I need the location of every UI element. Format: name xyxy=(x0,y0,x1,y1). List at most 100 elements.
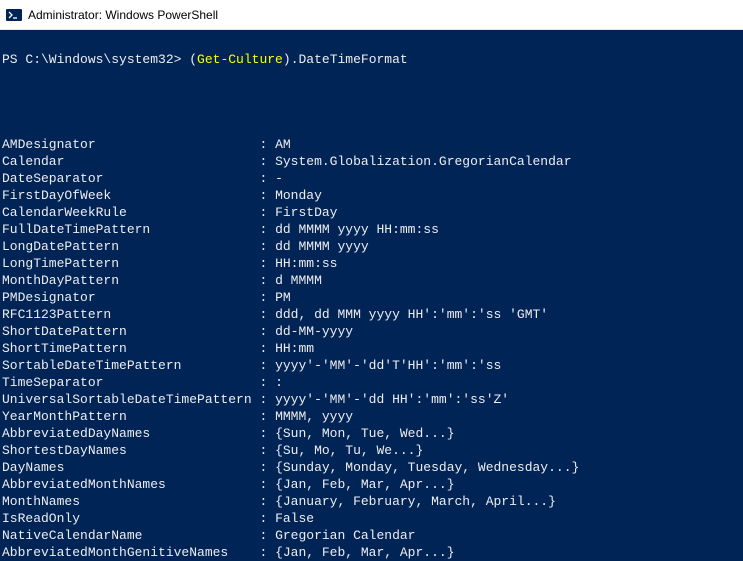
property-separator: : xyxy=(259,256,275,271)
property-value: ddd, dd MMM yyyy HH':'mm':'ss 'GMT' xyxy=(275,307,548,322)
property-name: AbbreviatedDayNames xyxy=(2,426,259,441)
property-separator: : xyxy=(259,273,275,288)
property-value: dd-MM-yyyy xyxy=(275,324,353,339)
property-name: NativeCalendarName xyxy=(2,528,259,543)
property-separator: : xyxy=(259,205,275,220)
cmdlet-name: Get-Culture xyxy=(197,52,283,67)
property-name: Calendar xyxy=(2,154,259,169)
property-value: MMMM, yyyy xyxy=(275,409,353,424)
property-separator: : xyxy=(259,171,275,186)
blank-line xyxy=(2,102,741,119)
property-value: {Sunday, Monday, Tuesday, Wednesday...} xyxy=(275,460,579,475)
property-name: CalendarWeekRule xyxy=(2,205,259,220)
property-separator: : xyxy=(259,443,275,458)
property-value: HH:mm xyxy=(275,341,314,356)
property-name: AbbreviatedMonthGenitiveNames xyxy=(2,545,259,560)
property-row: YearMonthPattern : MMMM, yyyy xyxy=(2,408,741,425)
property-value: - xyxy=(275,171,283,186)
property-separator: : xyxy=(259,239,275,254)
property-separator: : xyxy=(259,137,275,152)
blank-line xyxy=(2,68,741,85)
property-name: RFC1123Pattern xyxy=(2,307,259,322)
property-row: NativeCalendarName : Gregorian Calendar xyxy=(2,527,741,544)
terminal-area[interactable]: PS C:\Windows\system32> (Get-Culture).Da… xyxy=(0,30,743,561)
property-name: MonthNames xyxy=(2,494,259,509)
window-title: Administrator: Windows PowerShell xyxy=(28,8,218,22)
property-separator: : xyxy=(259,358,275,373)
property-row: RFC1123Pattern : ddd, dd MMM yyyy HH':'m… xyxy=(2,306,741,323)
property-separator: : xyxy=(259,324,275,339)
property-name: SortableDateTimePattern xyxy=(2,358,259,373)
property-name: DateSeparator xyxy=(2,171,259,186)
property-name: ShortestDayNames xyxy=(2,443,259,458)
property-row: PMDesignator : PM xyxy=(2,289,741,306)
property-row: LongDatePattern : dd MMMM yyyy xyxy=(2,238,741,255)
close-paren: ) xyxy=(283,52,291,67)
prompt-prefix: PS C:\Windows\system32> xyxy=(2,52,189,67)
property-name: AMDesignator xyxy=(2,137,259,152)
property-value: PM xyxy=(275,290,291,305)
command-prompt-line: PS C:\Windows\system32> (Get-Culture).Da… xyxy=(2,52,408,67)
property-name: ShortTimePattern xyxy=(2,341,259,356)
property-name: DayNames xyxy=(2,460,259,475)
property-row: SortableDateTimePattern : yyyy'-'MM'-'dd… xyxy=(2,357,741,374)
property-separator: : xyxy=(259,528,275,543)
property-separator: : xyxy=(259,188,275,203)
property-name: LongDatePattern xyxy=(2,239,259,254)
property-value: dd MMMM yyyy xyxy=(275,239,369,254)
property-name: YearMonthPattern xyxy=(2,409,259,424)
property-separator: : xyxy=(259,154,275,169)
property-row: UniversalSortableDateTimePattern : yyyy'… xyxy=(2,391,741,408)
property-separator: : xyxy=(259,341,275,356)
property-name: FullDateTimePattern xyxy=(2,222,259,237)
property-separator: : xyxy=(259,477,275,492)
property-separator: : xyxy=(259,307,275,322)
property-row: FirstDayOfWeek : Monday xyxy=(2,187,741,204)
property-name: UniversalSortableDateTimePattern xyxy=(2,392,259,407)
property-separator: : xyxy=(259,460,275,475)
property-row: IsReadOnly : False xyxy=(2,510,741,527)
property-row: ShortDatePattern : dd-MM-yyyy xyxy=(2,323,741,340)
property-value: d MMMM xyxy=(275,273,322,288)
property-value: {Sun, Mon, Tue, Wed...} xyxy=(275,426,454,441)
property-name: FirstDayOfWeek xyxy=(2,188,259,203)
property-separator: : xyxy=(259,545,275,560)
property-value: yyyy'-'MM'-'dd HH':'mm':'ss'Z' xyxy=(275,392,509,407)
property-separator: : xyxy=(259,375,275,390)
property-row: TimeSeparator : : xyxy=(2,374,741,391)
open-paren: ( xyxy=(189,52,197,67)
property-value: yyyy'-'MM'-'dd'T'HH':'mm':'ss xyxy=(275,358,501,373)
property-row: AbbreviatedMonthGenitiveNames : {Jan, Fe… xyxy=(2,544,741,561)
property-row: ShortTimePattern : HH:mm xyxy=(2,340,741,357)
property-separator: : xyxy=(259,511,275,526)
property-row: LongTimePattern : HH:mm:ss xyxy=(2,255,741,272)
property-separator: : xyxy=(259,494,275,509)
property-row: MonthNames : {January, February, March, … xyxy=(2,493,741,510)
property-row: DayNames : {Sunday, Monday, Tuesday, Wed… xyxy=(2,459,741,476)
property-separator: : xyxy=(259,290,275,305)
output-block: AMDesignator : AMCalendar : System.Globa… xyxy=(2,136,741,561)
property-separator: : xyxy=(259,426,275,441)
property-value: AM xyxy=(275,137,291,152)
property-row: DateSeparator : - xyxy=(2,170,741,187)
property-row: CalendarWeekRule : FirstDay xyxy=(2,204,741,221)
property-row: AbbreviatedDayNames : {Sun, Mon, Tue, We… xyxy=(2,425,741,442)
property-separator: : xyxy=(259,409,275,424)
property-name: MonthDayPattern xyxy=(2,273,259,288)
property-name: ShortDatePattern xyxy=(2,324,259,339)
property-value: {Su, Mo, Tu, We...} xyxy=(275,443,423,458)
powershell-icon xyxy=(6,7,22,23)
property-name: PMDesignator xyxy=(2,290,259,305)
property-value: {Jan, Feb, Mar, Apr...} xyxy=(275,477,454,492)
property-row: ShortestDayNames : {Su, Mo, Tu, We...} xyxy=(2,442,741,459)
property-value: HH:mm:ss xyxy=(275,256,337,271)
property-name: AbbreviatedMonthNames xyxy=(2,477,259,492)
property-name: LongTimePattern xyxy=(2,256,259,271)
window-titlebar[interactable]: Administrator: Windows PowerShell xyxy=(0,0,743,30)
property-value: {January, February, March, April...} xyxy=(275,494,556,509)
property-row: AbbreviatedMonthNames : {Jan, Feb, Mar, … xyxy=(2,476,741,493)
property-separator: : xyxy=(259,222,275,237)
property-value: dd MMMM yyyy HH:mm:ss xyxy=(275,222,439,237)
property-name: IsReadOnly xyxy=(2,511,259,526)
property-row: Calendar : System.Globalization.Gregoria… xyxy=(2,153,741,170)
